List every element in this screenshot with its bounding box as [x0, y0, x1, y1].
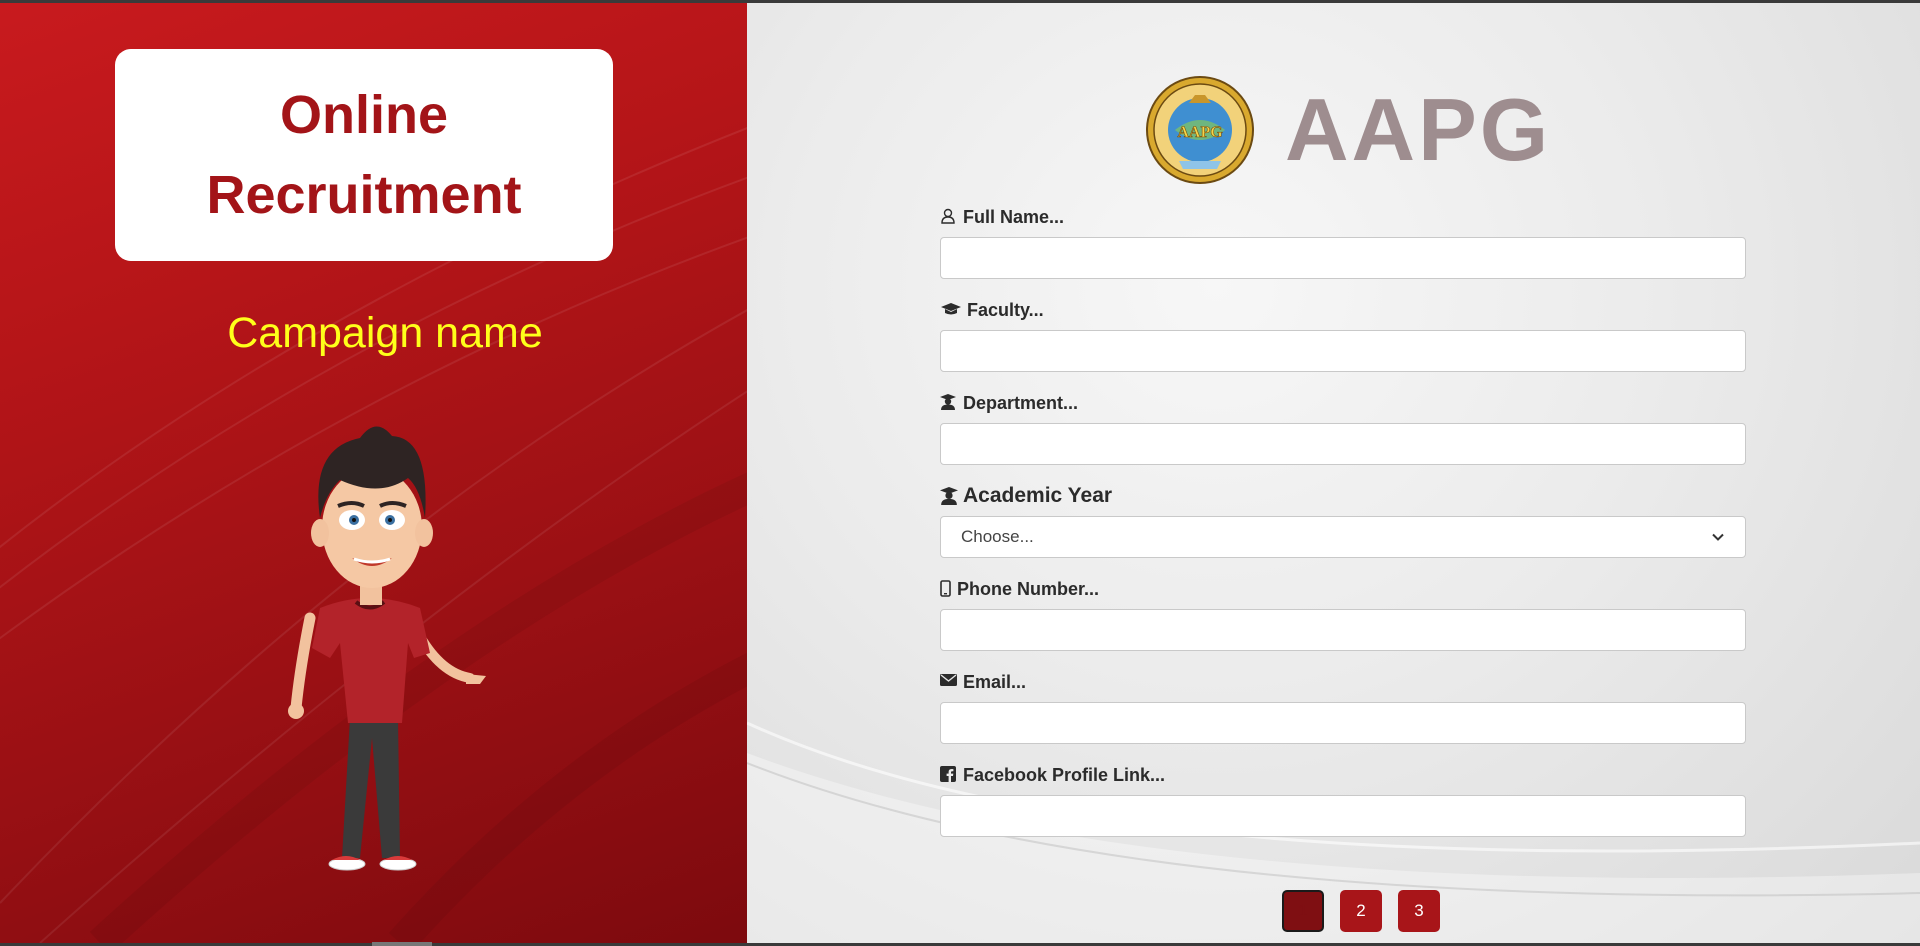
- facebook-label: Facebook Profile Link...: [940, 763, 1746, 787]
- faculty-label-text: Faculty...: [967, 299, 1044, 320]
- aapg-seal-logo: AAPG: [1146, 76, 1254, 184]
- email-input[interactable]: [940, 702, 1746, 744]
- full-name-group: Full Name...: [940, 205, 1746, 298]
- title-line-1: Online: [279, 85, 448, 145]
- recruitment-form: Full Name... Faculty... Department... Ac…: [940, 205, 1746, 856]
- brand-name: AAPG: [1285, 80, 1552, 179]
- phone-input[interactable]: [940, 609, 1746, 651]
- full-name-input[interactable]: [940, 237, 1746, 279]
- page-3-button[interactable]: 3: [1398, 890, 1440, 932]
- facebook-label-text: Facebook Profile Link...: [963, 764, 1166, 785]
- campaign-name: Campaign name: [227, 309, 543, 357]
- phone-label: Phone Number...: [940, 577, 1746, 601]
- mobile-phone-icon: [940, 580, 952, 598]
- phone-label-text: Phone Number...: [957, 578, 1100, 599]
- full-name-label-text: Full Name...: [963, 206, 1065, 227]
- chevron-down-icon: [1712, 533, 1724, 541]
- email-label: Email...: [940, 670, 1746, 694]
- faculty-input[interactable]: [940, 330, 1746, 372]
- scroll-handle[interactable]: [372, 942, 432, 946]
- facebook-icon: [940, 766, 958, 784]
- academic-year-select[interactable]: Choose...: [940, 516, 1746, 558]
- facebook-input[interactable]: [940, 795, 1746, 837]
- department-input[interactable]: [940, 423, 1746, 465]
- graduation-cap-icon: [940, 301, 962, 319]
- department-label: Department...: [940, 391, 1746, 415]
- department-label-text: Department...: [963, 392, 1079, 413]
- user-icon: [940, 208, 958, 226]
- title-card: Online Recruitment: [115, 49, 613, 261]
- academic-year-label: Academic Year: [940, 484, 1746, 508]
- form-panel: AAPG AAPG Full Name... Faculty... Depart…: [747, 3, 1920, 943]
- academic-year-selected-value: Choose...: [961, 527, 1034, 546]
- department-group: Department...: [940, 391, 1746, 484]
- facebook-group: Facebook Profile Link...: [940, 763, 1746, 856]
- user-graduate-icon: [940, 394, 958, 412]
- pagination: 1 2 3: [1282, 890, 1440, 932]
- phone-group: Phone Number...: [940, 577, 1746, 670]
- email-group: Email...: [940, 670, 1746, 763]
- faculty-group: Faculty...: [940, 298, 1746, 391]
- academic-year-label-text: Academic Year: [963, 484, 1113, 507]
- envelope-icon: [940, 673, 958, 691]
- email-label-text: Email...: [963, 671, 1027, 692]
- academic-year-group: Academic Year Choose...: [940, 484, 1746, 577]
- hero-panel: Online Recruitment Campaign name: [0, 3, 747, 943]
- cartoon-character-illustration: [288, 426, 486, 871]
- brand-header: AAPG AAPG: [1145, 73, 1551, 187]
- page-title: Online Recruitment: [206, 75, 521, 235]
- page-1-button[interactable]: 1: [1282, 890, 1324, 932]
- faculty-label: Faculty...: [940, 298, 1746, 322]
- user-graduate-icon: [940, 487, 958, 505]
- full-name-label: Full Name...: [940, 205, 1746, 229]
- title-line-2: Recruitment: [206, 165, 522, 225]
- page-2-button[interactable]: 2: [1340, 890, 1382, 932]
- svg-text:AAPG: AAPG: [1177, 124, 1223, 141]
